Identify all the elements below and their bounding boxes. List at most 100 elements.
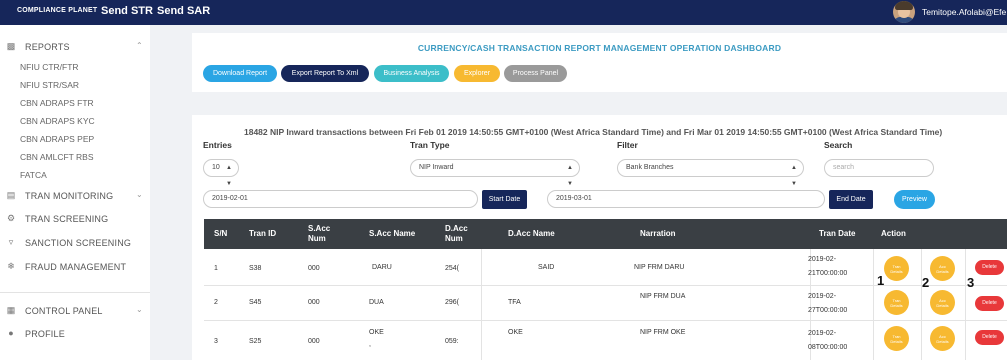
chevron-up-icon: ⌃ <box>136 41 143 50</box>
cell-tran-id: S45 <box>249 299 262 306</box>
sort-arrows-icon: ▲ ▼ <box>226 165 232 187</box>
cell-tran-date-time: 27T00:00:00 <box>808 307 848 314</box>
page-title: CURRENCY/CASH TRANSACTION REPORT MANAGEM… <box>417 43 782 53</box>
cell-dacc-num: 254( <box>445 265 460 272</box>
cell-tran-date: 2019-02- <box>808 330 837 337</box>
gear-icon: ⚙ <box>6 213 16 223</box>
column-header-sacc-name[interactable]: S.Acc Name <box>369 219 439 249</box>
preview-button[interactable]: Preview <box>894 190 935 209</box>
sidebar-item-label: TRAN SCREENING <box>25 214 109 224</box>
username[interactable]: Temitope.Afolabi@Efe <box>922 7 1006 17</box>
chevron-down-icon: ⌄ <box>136 190 143 199</box>
search-label: Search <box>824 140 853 150</box>
cell-tran-id: S38 <box>249 265 262 272</box>
sort-arrows-icon: ▲ ▼ <box>567 165 573 187</box>
sidebar-item-label: REPORTS <box>25 42 70 52</box>
delete-button[interactable]: Delete <box>975 296 1004 311</box>
cell-sacc-num: 000 <box>308 265 320 272</box>
table-header: S/N Tran ID S.Acc Num S.Acc Name D.Acc N… <box>204 219 1007 249</box>
sidebar-item-label: TRAN MONITORING <box>25 191 114 201</box>
cell-sn: 2 <box>214 299 218 306</box>
bar-chart-icon: ▤ <box>6 190 16 200</box>
filter-icon: ▿ <box>8 237 14 247</box>
entries-select[interactable]: 10 ▲ ▼ <box>203 159 239 187</box>
tran-details-button[interactable]: Tran Details <box>884 256 909 281</box>
cell-narration: NIP FRM OKE <box>640 329 686 336</box>
cell-narration: NIP FRM DUA <box>640 293 686 300</box>
cell-dacc-num: 059: <box>445 338 459 345</box>
column-header-narration[interactable]: Narration <box>640 219 720 249</box>
cell-sn: 1 <box>214 265 218 272</box>
end-date-field[interactable]: 2019-03-01 <box>547 190 825 208</box>
sidebar-item-nfiu-ctr[interactable]: NFIU CTR/FTR <box>20 62 79 72</box>
cell-tran-date: 2019-02- <box>808 293 837 300</box>
cell-dacc-name: TFA <box>508 299 521 306</box>
start-date-button[interactable]: Start Date <box>482 190 527 209</box>
sidebar-item-profile[interactable]: ● PROFILE <box>0 324 150 344</box>
sidebar-item-cbn-kyc[interactable]: CBN ADRAPS KYC <box>20 116 95 126</box>
filter-label: Filter <box>617 140 638 150</box>
delete-button[interactable]: Delete <box>975 260 1004 275</box>
start-date-field[interactable]: 2019-02-01 <box>203 190 478 208</box>
transactions-header: 18482 NIP Inward transactions between Fr… <box>244 127 943 137</box>
sidebar-item-tran-screening[interactable]: ⚙ TRAN SCREENING <box>0 209 150 229</box>
cell-dacc-name: SAID <box>538 264 555 271</box>
top-bar: COMPLIANCE PLANET Send STR Send SAR Temi… <box>0 0 1007 25</box>
cell-sacc-num: 000 <box>308 299 320 306</box>
sidebar-item-nfiu-str[interactable]: NFIU STR/SAR <box>20 80 79 90</box>
download-report-button[interactable]: Download Report <box>203 65 277 82</box>
sidebar-item-sanction-screening[interactable]: ▿ SANCTION SCREENING <box>0 233 150 253</box>
explorer-button[interactable]: Explorer <box>454 65 500 82</box>
sidebar-item-fraud-management[interactable]: ❄ FRAUD MANAGEMENT <box>0 257 150 277</box>
sort-arrows-icon: ▲ ▼ <box>791 165 797 187</box>
cell-sacc-name: DUA <box>369 299 384 306</box>
sidebar-item-cbn-pep[interactable]: CBN ADRAPS PEP <box>20 134 94 144</box>
business-analysis-button[interactable]: Business Analysis <box>374 65 449 82</box>
user-icon: ● <box>8 328 14 338</box>
cell-sacc-name: DARU <box>372 264 392 271</box>
tran-details-button[interactable]: Tran Details <box>884 290 909 315</box>
sidebar-item-reports[interactable]: ▩ REPORTS ⌃ <box>0 37 150 57</box>
sidebar-item-control-panel[interactable]: ▦ CONTROL PANEL ⌄ <box>0 301 150 321</box>
sidebar: ▩ REPORTS ⌃ NFIU CTR/FTR NFIU STR/SAR CB… <box>0 25 150 360</box>
sidebar-item-cbn-ftr[interactable]: CBN ADRAPS FTR <box>20 98 94 108</box>
dashboard-panel: CURRENCY/CASH TRANSACTION REPORT MANAGEM… <box>192 33 1007 92</box>
column-header-dacc-name[interactable]: D.Acc Name <box>508 219 598 249</box>
acc-details-button[interactable]: Acc Details <box>930 256 955 281</box>
sidebar-item-tran-monitoring[interactable]: ▤ TRAN MONITORING ⌄ <box>0 186 150 206</box>
sidebar-item-cbn-rbs[interactable]: CBN AMLCFT RBS <box>20 152 94 162</box>
cell-sacc-name: OKE <box>369 329 384 336</box>
acc-details-button[interactable]: Acc Details <box>930 326 955 351</box>
end-date-button[interactable]: End Date <box>829 190 873 209</box>
filter-select[interactable]: Bank Branches ▲ ▼ <box>617 159 804 187</box>
briefcase-icon: ▩ <box>6 41 16 51</box>
export-xml-button[interactable]: Export Report To Xml <box>281 65 369 82</box>
snowflake-icon: ❄ <box>7 261 15 271</box>
column-header-dacc-num[interactable]: D.Acc Num <box>445 219 480 249</box>
column-header-action[interactable]: Action <box>881 219 921 249</box>
column-header-sn[interactable]: S/N <box>214 219 244 249</box>
column-header-tran-date[interactable]: Tran Date <box>819 219 874 249</box>
sidebar-item-fatca[interactable]: FATCA <box>20 170 47 180</box>
column-header-sacc-num[interactable]: S.Acc Num <box>308 219 343 249</box>
nav-send-sar[interactable]: Send SAR <box>157 5 210 17</box>
search-input[interactable]: search <box>824 159 934 177</box>
sidebar-item-label: FRAUD MANAGEMENT <box>25 262 127 272</box>
process-panel-button[interactable]: Process Panel <box>504 65 567 82</box>
chevron-down-icon: ⌄ <box>136 305 143 314</box>
cell-narration: NIP FRM DARU <box>634 264 685 271</box>
sidebar-item-label: SANCTION SCREENING <box>25 238 132 248</box>
nav-send-str[interactable]: Send STR <box>101 5 153 17</box>
cell-sacc-num: 000 <box>308 338 320 345</box>
cell-tran-id: S25 <box>249 338 262 345</box>
brand-logo[interactable]: COMPLIANCE PLANET <box>17 7 97 14</box>
column-header-tran-id[interactable]: Tran ID <box>249 219 299 249</box>
sidebar-divider <box>0 292 150 293</box>
tran-details-button[interactable]: Tran Details <box>884 326 909 351</box>
avatar[interactable] <box>893 1 915 23</box>
delete-button[interactable]: Delete <box>975 330 1004 345</box>
cell-tran-date-time: 21T00:00:00 <box>808 270 848 277</box>
chart-icon: ▦ <box>6 305 16 315</box>
acc-details-button[interactable]: Acc Details <box>930 290 955 315</box>
tran-type-select[interactable]: NIP Inward ▲ ▼ <box>410 159 580 187</box>
